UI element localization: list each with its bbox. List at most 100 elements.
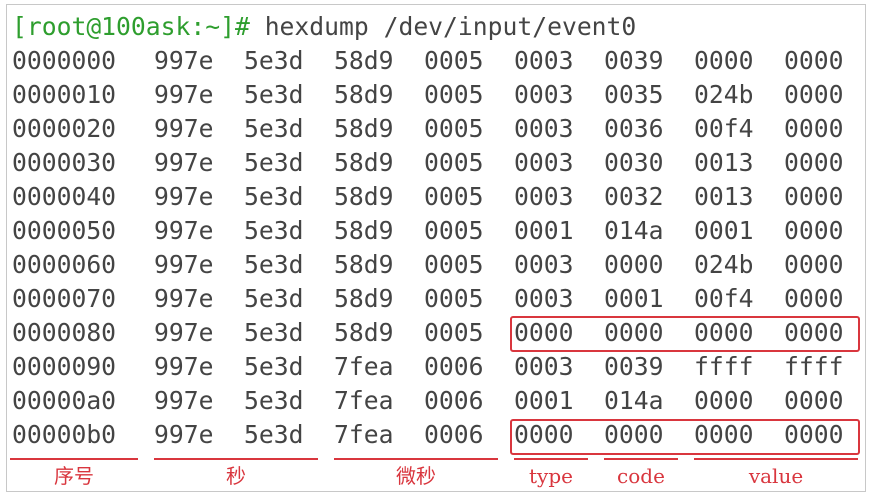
hex-word: 997e — [154, 80, 214, 109]
row-offset: 0000030 — [12, 148, 117, 177]
hex-word: 0003 — [514, 80, 574, 109]
hex-word: 5e3d — [244, 148, 304, 177]
hex-word: 997e — [154, 182, 214, 211]
row-offset: 0000010 — [12, 80, 117, 109]
seq-label: 序号 — [54, 464, 94, 488]
row-offset: 00000a0 — [12, 386, 117, 415]
hex-word: 997e — [154, 250, 214, 279]
hex-word: 997e — [154, 216, 214, 245]
hex-word: 0000 — [604, 250, 664, 279]
hex-word: 997e — [154, 46, 214, 75]
hex-word: 5e3d — [244, 420, 304, 449]
hex-word: 997e — [154, 114, 214, 143]
hex-word: 997e — [154, 352, 214, 381]
hex-word: 0036 — [604, 114, 664, 143]
hex-word: 5e3d — [244, 182, 304, 211]
hex-word: 014a — [604, 216, 664, 245]
row-offset: 0000090 — [12, 352, 117, 381]
hex-word: 997e — [154, 148, 214, 177]
hex-word: 7fea — [334, 420, 394, 449]
hex-word: 024b — [694, 80, 754, 109]
hex-word: 58d9 — [334, 80, 394, 109]
seq-underline — [10, 458, 138, 460]
hex-word: 0001 — [514, 216, 574, 245]
hex-word: 0000 — [784, 46, 844, 75]
hex-word: 0005 — [424, 250, 484, 279]
hex-word: 7fea — [334, 352, 394, 381]
hex-word: 0003 — [514, 352, 574, 381]
hex-word: 5e3d — [244, 284, 304, 313]
hex-word: 5e3d — [244, 216, 304, 245]
usec-underline — [334, 458, 498, 460]
hex-word: 7fea — [334, 386, 394, 415]
hex-word: 5e3d — [244, 352, 304, 381]
hex-word: 0030 — [604, 148, 664, 177]
hex-word: 0000 — [784, 386, 844, 415]
hex-word: 0005 — [424, 182, 484, 211]
hex-word: 5e3d — [244, 114, 304, 143]
hex-word: 0005 — [424, 148, 484, 177]
hex-word: 58d9 — [334, 284, 394, 313]
hex-word: 0006 — [424, 352, 484, 381]
hex-word: 58d9 — [334, 250, 394, 279]
hex-word: 997e — [154, 386, 214, 415]
hex-word: 997e — [154, 420, 214, 449]
hex-word: 0003 — [514, 148, 574, 177]
hex-word: ffff — [694, 352, 754, 381]
hex-word: 0000 — [784, 80, 844, 109]
shell-prompt: [root@100ask:~]# — [12, 12, 250, 41]
type-underline — [514, 458, 588, 460]
row-offset: 0000020 — [12, 114, 117, 143]
hex-word: 0032 — [604, 182, 664, 211]
hex-word: 0001 — [694, 216, 754, 245]
hex-word: 0000 — [784, 216, 844, 245]
row-offset: 0000060 — [12, 250, 117, 279]
hex-word: 58d9 — [334, 114, 394, 143]
hex-word: 58d9 — [334, 148, 394, 177]
row-offset: 0000070 — [12, 284, 117, 313]
hex-word: 0005 — [424, 318, 484, 347]
hex-word: 0001 — [514, 386, 574, 415]
hex-word: 0039 — [604, 46, 664, 75]
hex-word: 0003 — [514, 46, 574, 75]
row-offset: 00000b0 — [12, 420, 117, 449]
hex-word: 0035 — [604, 80, 664, 109]
hex-word: 5e3d — [244, 318, 304, 347]
row-offset: 0000050 — [12, 216, 117, 245]
hex-word: 0000 — [784, 284, 844, 313]
sec-label: 秒 — [226, 464, 246, 488]
hex-word: 0001 — [604, 284, 664, 313]
hex-word: 014a — [604, 386, 664, 415]
hex-word: 58d9 — [334, 318, 394, 347]
hex-word: 0000 — [694, 46, 754, 75]
value-underline — [694, 458, 858, 460]
hex-word: 00f4 — [694, 284, 754, 313]
hex-word: 0000 — [784, 148, 844, 177]
hex-word: 997e — [154, 318, 214, 347]
type-label: type — [529, 464, 573, 488]
hex-word: 0005 — [424, 80, 484, 109]
usec-label: 微秒 — [396, 464, 436, 488]
hex-word: 0000 — [784, 182, 844, 211]
hex-word: 0005 — [424, 284, 484, 313]
hex-word: 0005 — [424, 46, 484, 75]
hex-word: 5e3d — [244, 46, 304, 75]
hex-word: 58d9 — [334, 182, 394, 211]
hex-word: 0013 — [694, 148, 754, 177]
code-underline — [604, 458, 678, 460]
hex-word: 0003 — [514, 284, 574, 313]
row-offset: 0000000 — [12, 46, 117, 75]
hex-word: 00f4 — [694, 114, 754, 143]
sec-underline — [154, 458, 318, 460]
hex-word: 0039 — [604, 352, 664, 381]
row-offset: 0000040 — [12, 182, 117, 211]
hex-word: 0006 — [424, 420, 484, 449]
hex-word: 5e3d — [244, 80, 304, 109]
row-offset: 0000080 — [12, 318, 117, 347]
hex-word: 0003 — [514, 182, 574, 211]
hex-word: 0000 — [784, 250, 844, 279]
command-text: hexdump /dev/input/event0 — [264, 12, 637, 41]
prompt-line: [root@100ask:~]# hexdump /dev/input/even… — [12, 10, 636, 44]
hex-word: 5e3d — [244, 386, 304, 415]
hex-word: 58d9 — [334, 46, 394, 75]
